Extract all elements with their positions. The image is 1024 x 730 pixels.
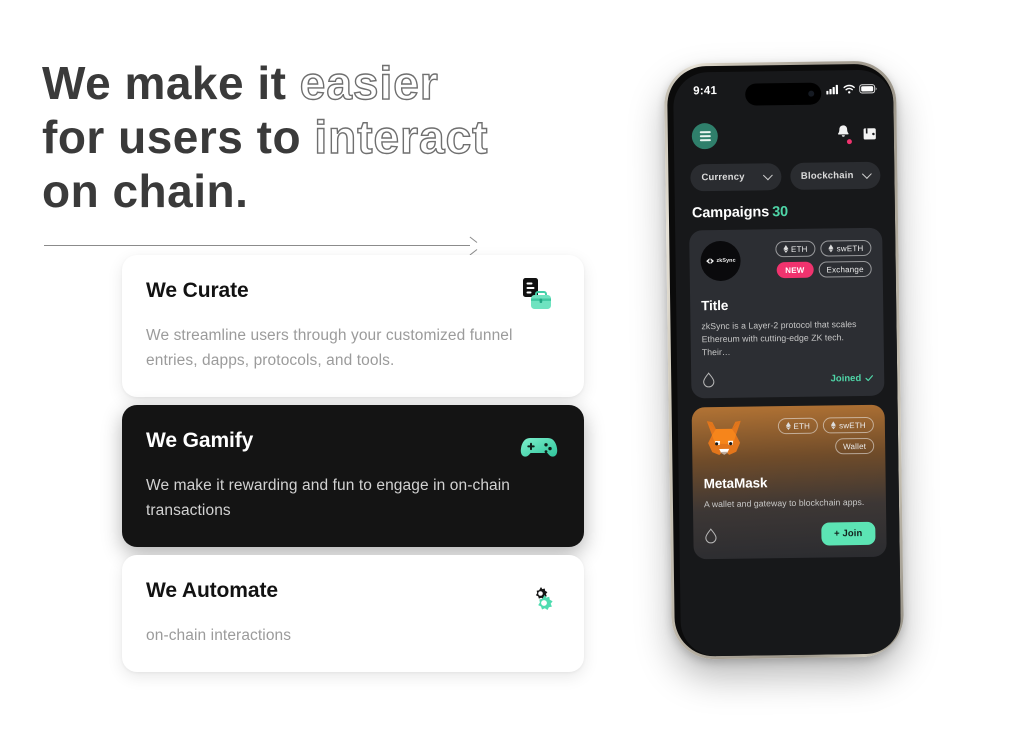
tag-wallet[interactable]: Wallet bbox=[834, 437, 875, 455]
feature-card-title: We Gamify bbox=[146, 429, 254, 452]
headline-text-outline-1: easier bbox=[299, 56, 439, 109]
zksync-logo-text: zkSync bbox=[716, 257, 736, 265]
campaigns-count: 30 bbox=[772, 204, 789, 221]
tag-label: swETH bbox=[836, 243, 864, 253]
campaign-title: MetaMask bbox=[703, 475, 768, 492]
feature-card-body: We make it rewarding and fun to engage i… bbox=[146, 477, 511, 519]
filter-bar: Currency Blockchain bbox=[674, 154, 894, 192]
arrow-line bbox=[44, 245, 470, 246]
campaign-list: zkSync ETH swETH NEW Exchange Title zkSy… bbox=[675, 219, 900, 560]
campaign-status-joined: Joined bbox=[831, 372, 874, 384]
ethereum-icon bbox=[783, 245, 789, 254]
page-title: We make it easier for users to interact … bbox=[42, 56, 602, 218]
feature-card-title: We Curate bbox=[146, 279, 249, 302]
droplet-icon bbox=[705, 527, 717, 543]
phone-screen: 9:41 Currency Blockchain Campaigns 30 zk… bbox=[672, 69, 902, 657]
phone-mockup: 9:41 Currency Blockchain Campaigns 30 zk… bbox=[656, 56, 924, 670]
filter-label: Blockchain bbox=[800, 170, 854, 182]
headline-text-plain-1: We make it bbox=[42, 57, 300, 109]
campaign-card-footer: + Join bbox=[704, 521, 876, 547]
feature-card-curate[interactable]: We Curate We streamline users through yo… bbox=[122, 255, 584, 397]
filter-label: Currency bbox=[701, 171, 745, 184]
arrow-right-icon bbox=[467, 239, 478, 252]
tag-sweth[interactable]: swETH bbox=[822, 416, 874, 434]
ethereum-icon bbox=[828, 244, 834, 253]
gears-icon bbox=[518, 575, 560, 617]
feature-card-body: We streamline users through your customi… bbox=[146, 327, 513, 369]
chevron-down-icon bbox=[861, 169, 872, 179]
dynamic-island bbox=[745, 82, 822, 106]
tag-eth[interactable]: ETH bbox=[774, 240, 816, 258]
zksync-logo-avatar: zkSync bbox=[700, 240, 741, 282]
campaign-tag-list: ETH swETH Wallet bbox=[745, 416, 875, 456]
campaign-description: A wallet and gateway to blockchain apps. bbox=[703, 496, 865, 510]
campaigns-title: Campaigns bbox=[691, 204, 770, 222]
metamask-fox-logo bbox=[703, 419, 746, 460]
hamburger-menu-icon[interactable] bbox=[691, 122, 719, 150]
tag-label: ETH bbox=[790, 244, 808, 254]
hero-section: We make it easier for users to interact … bbox=[42, 56, 602, 246]
campaign-tag-list: ETH swETH NEW Exchange bbox=[740, 239, 872, 279]
status-bar-time: 9:41 bbox=[693, 84, 718, 98]
filter-dropdown-blockchain[interactable]: Blockchain bbox=[789, 161, 881, 190]
join-button[interactable]: + Join bbox=[820, 521, 876, 546]
phone-frame: 9:41 Currency Blockchain Campaigns 30 zk… bbox=[663, 60, 905, 660]
headline-text-plain-2: for users to bbox=[42, 111, 315, 163]
phone-bezel: 9:41 Currency Blockchain Campaigns 30 zk… bbox=[666, 63, 902, 657]
notification-bell-icon[interactable] bbox=[837, 124, 852, 145]
zksync-mark-icon bbox=[706, 258, 714, 265]
status-bar-icons bbox=[826, 84, 877, 95]
campaign-description: zkSync is a Layer-2 protocol that scales… bbox=[701, 319, 857, 358]
headline-line-3: on chain. bbox=[42, 165, 249, 217]
campaigns-section-header: Campaigns 30 bbox=[675, 189, 895, 222]
ethereum-icon bbox=[831, 421, 837, 430]
campaign-card-metamask[interactable]: ETH swETH Wallet MetaMask A wallet and g… bbox=[691, 404, 887, 560]
campaign-card-header: zkSync ETH swETH NEW Exchange bbox=[700, 239, 872, 282]
campaign-card-header: ETH swETH Wallet bbox=[703, 416, 875, 459]
front-camera-icon bbox=[808, 90, 815, 97]
tag-label: ETH bbox=[793, 421, 811, 431]
joined-label: Joined bbox=[830, 372, 862, 384]
app-bar-actions bbox=[837, 124, 878, 145]
droplet-icon bbox=[703, 372, 715, 388]
ethereum-icon bbox=[785, 422, 791, 431]
notification-badge bbox=[846, 139, 852, 145]
tag-eth[interactable]: ETH bbox=[777, 417, 819, 435]
wallet-icon[interactable] bbox=[863, 127, 878, 141]
briefcase-document-icon bbox=[518, 275, 560, 317]
chevron-down-icon bbox=[762, 170, 773, 181]
arrow-divider bbox=[44, 239, 478, 253]
feature-card-title: We Automate bbox=[146, 579, 278, 602]
cellular-signal-icon bbox=[826, 84, 839, 95]
tag-exchange[interactable]: Exchange bbox=[818, 260, 872, 278]
wifi-icon bbox=[843, 84, 855, 94]
page-root: We make it easier for users to interact … bbox=[0, 0, 1024, 730]
headline-text-outline-2: interact bbox=[314, 110, 489, 163]
battery-icon bbox=[859, 84, 877, 94]
headline-line-2: for users to interact bbox=[42, 110, 602, 164]
headline-line-1: We make it easier bbox=[42, 56, 602, 110]
feature-card-list: We Curate We streamline users through yo… bbox=[122, 255, 584, 680]
feature-card-gamify[interactable]: We Gamify We make it rewarding and fun t… bbox=[122, 405, 584, 547]
check-icon bbox=[865, 374, 873, 381]
tag-label: swETH bbox=[839, 420, 866, 430]
feature-card-body: on-chain interactions bbox=[146, 627, 292, 644]
filter-dropdown-currency[interactable]: Currency bbox=[690, 163, 782, 192]
feature-card-automate[interactable]: We Automate on-chain interactions bbox=[122, 555, 584, 672]
campaign-card-zksync[interactable]: zkSync ETH swETH NEW Exchange Title zkSy… bbox=[689, 227, 885, 399]
campaign-title: Title bbox=[701, 297, 729, 314]
status-badge-new: NEW bbox=[776, 261, 814, 279]
app-bar bbox=[673, 110, 894, 157]
tag-sweth[interactable]: swETH bbox=[820, 239, 872, 257]
gamepad-icon bbox=[518, 425, 560, 467]
campaign-card-footer: Joined bbox=[702, 370, 873, 388]
